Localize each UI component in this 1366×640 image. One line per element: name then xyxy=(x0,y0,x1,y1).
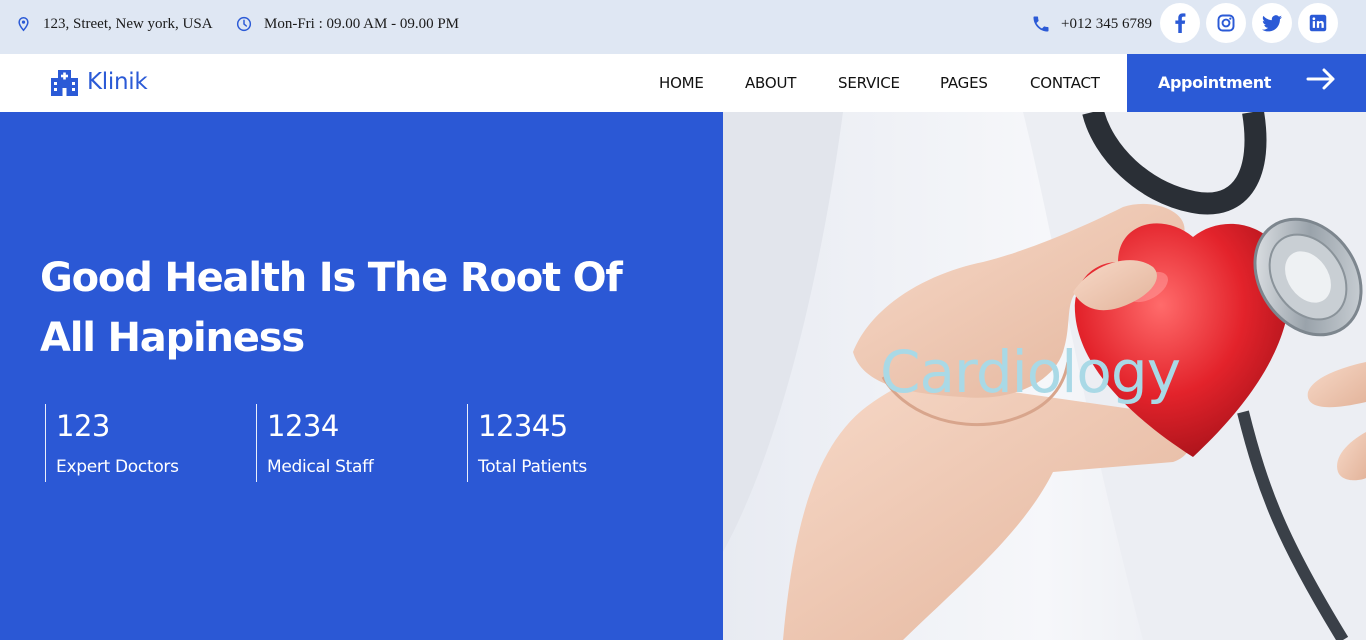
phone-icon xyxy=(1033,16,1049,32)
instagram-link[interactable] xyxy=(1206,3,1246,43)
nav-link-service[interactable]: SERVICE xyxy=(838,74,900,92)
address-text: 123, Street, New york, USA xyxy=(43,15,213,32)
hero-image: Cardiology xyxy=(723,112,1366,640)
social-links xyxy=(1160,3,1338,43)
top-info-bar: 123, Street, New york, USA Mon-Fri : 09.… xyxy=(0,0,1366,54)
stat-label: Expert Doctors xyxy=(56,457,179,477)
image-caption: Cardiology xyxy=(880,338,1181,406)
nav-link-about[interactable]: ABOUT xyxy=(745,74,796,92)
arrow-right-icon xyxy=(1306,68,1335,90)
hero-panel: Good Health Is The Root Of All Hapiness … xyxy=(0,112,723,640)
twitter-icon xyxy=(1262,14,1282,31)
stat-expert-doctors: 123 Expert Doctors xyxy=(45,404,245,482)
main-navbar: Klinik HOME ABOUT SERVICE PAGES CONTACT … xyxy=(0,54,1366,112)
nav-link-contact[interactable]: CONTACT xyxy=(1030,74,1100,92)
brand-logo[interactable]: Klinik xyxy=(50,68,148,96)
hours-text: Mon-Fri : 09.00 AM - 09.00 PM xyxy=(264,15,460,32)
appointment-label: Appointment xyxy=(1158,73,1271,92)
phone-info: +012 345 6789 xyxy=(1031,14,1152,34)
clock-icon xyxy=(236,16,252,32)
appointment-button[interactable]: Appointment xyxy=(1127,54,1366,112)
hospital-icon xyxy=(51,70,78,96)
nav-link-pages[interactable]: PAGES xyxy=(940,74,988,92)
map-pin-icon xyxy=(18,16,29,32)
stat-total-patients: 12345 Total Patients xyxy=(467,404,667,482)
brand-name: Klinik xyxy=(87,69,148,95)
nav-link-home[interactable]: HOME xyxy=(659,74,704,92)
stat-value: 1234 xyxy=(267,409,339,443)
linkedin-icon xyxy=(1309,14,1327,32)
facebook-link[interactable] xyxy=(1160,3,1200,43)
stat-value: 12345 xyxy=(478,409,568,443)
address-info: 123, Street, New york, USA xyxy=(16,14,213,34)
hero-title: Good Health Is The Root Of All Hapiness xyxy=(40,255,623,361)
facebook-icon xyxy=(1175,13,1186,33)
hours-info: Mon-Fri : 09.00 AM - 09.00 PM xyxy=(236,14,459,34)
linkedin-link[interactable] xyxy=(1298,3,1338,43)
instagram-icon xyxy=(1217,14,1235,32)
twitter-link[interactable] xyxy=(1252,3,1292,43)
stat-value: 123 xyxy=(56,409,110,443)
phone-text: +012 345 6789 xyxy=(1061,15,1152,32)
stat-medical-staff: 1234 Medical Staff xyxy=(256,404,456,482)
stat-label: Medical Staff xyxy=(267,457,374,477)
stat-label: Total Patients xyxy=(478,457,587,477)
